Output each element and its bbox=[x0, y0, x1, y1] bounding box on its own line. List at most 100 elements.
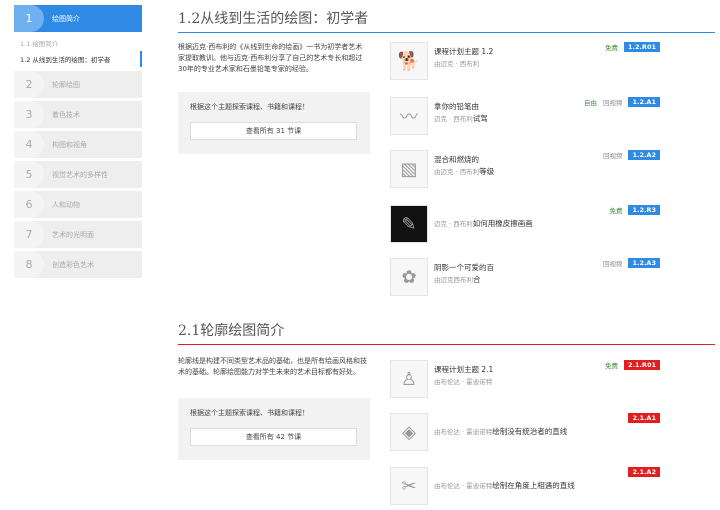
item-number: 6 bbox=[14, 191, 44, 218]
lesson-thumbnail[interactable]: 〰 bbox=[390, 97, 428, 135]
lesson-code-badge: 1.2.A2 bbox=[628, 150, 660, 160]
lesson-badges: 自由 回视频 1.2.A1 bbox=[584, 97, 660, 107]
item-number: 7 bbox=[14, 221, 44, 248]
lesson-item[interactable]: ♙ 课程计划主题 2.1 由布伦达 · 霍迪诺特 免费 2.1.R01 bbox=[390, 360, 660, 400]
lesson-author: 由布伦达 · 霍迪诺特 bbox=[434, 376, 492, 386]
lesson-author: 迈克 · 西布利如何用橡皮擦画画 bbox=[434, 218, 533, 229]
lesson-thumbnail[interactable]: ✿ bbox=[390, 258, 428, 296]
section-title: 2.1轮廓绘图简介 bbox=[178, 320, 715, 345]
lesson-subtitle[interactable]: 如何用橡皮擦画画 bbox=[473, 219, 533, 228]
explore-text: 根据这个主题探索课程、书籍和课程！ bbox=[190, 409, 309, 417]
item-label: 人和动物 bbox=[52, 200, 80, 209]
lesson-author: 由布伦达 · 霍迪诺特绘制在角度上相遇的直线 bbox=[434, 480, 575, 491]
lesson-item[interactable]: 〰 拿你的铅笔由 迈克 · 西布利试驾 自由 回视频 1.2.A1 bbox=[390, 97, 660, 137]
lesson-code-badge: 2.1.A1 bbox=[628, 413, 660, 423]
sidebar-item-3[interactable]: 3 着色技术 bbox=[14, 101, 142, 128]
view-all-lessons-button[interactable]: 查看所有 42 节课 bbox=[190, 428, 357, 446]
item-number: 8 bbox=[14, 251, 44, 278]
lesson-author: 迈克 · 西布利试驾 bbox=[434, 113, 488, 124]
sidebar-item-1[interactable]: 1 绘图简介 bbox=[14, 5, 142, 32]
free-badge: 免费 bbox=[604, 362, 618, 370]
lesson-author: 由迈克 · 西布利等级 bbox=[434, 166, 494, 177]
item-number: 2 bbox=[14, 71, 44, 98]
lesson-subtitle[interactable]: 等级 bbox=[479, 167, 494, 176]
lesson-item[interactable]: ◈ 由布伦达 · 霍迪诺特绘制没有统治者的直线 2.1.A1 bbox=[390, 413, 660, 453]
sidebar-item-5[interactable]: 5 视觉艺术的多样性 bbox=[14, 161, 142, 188]
lesson-item[interactable]: ▧ 混合和燃烧的 由迈克 · 西布利等级 回视频 1.2.A2 bbox=[390, 150, 660, 190]
lesson-thumbnail[interactable]: ◈ bbox=[390, 413, 428, 451]
lesson-code-badge: 1.2.A3 bbox=[628, 258, 660, 268]
item-label: 绘图简介 bbox=[52, 14, 80, 23]
lesson-author: 由布伦达 · 霍迪诺特绘制没有统治者的直线 bbox=[434, 426, 567, 437]
lesson-code-badge: 1.2.R01 bbox=[623, 42, 660, 52]
lesson-badges: 免费 2.1.R01 bbox=[605, 360, 660, 370]
lesson-title[interactable]: 课程计划主题 2.1 bbox=[434, 364, 584, 375]
item-label: 轮廓绘图 bbox=[52, 80, 80, 89]
lesson-subtitle[interactable]: 试驾 bbox=[473, 114, 488, 123]
author-name: 迈克 · 西布利 bbox=[434, 115, 473, 123]
lesson-thumbnail[interactable]: ▧ bbox=[390, 150, 428, 188]
free-badge: 免费 bbox=[604, 44, 618, 52]
item-label: 艺术的光明面 bbox=[52, 230, 94, 239]
lesson-item[interactable]: ✎ 迈克 · 西布利如何用橡皮擦画画 免费 1.2.R3 bbox=[390, 205, 660, 245]
item-number: 1 bbox=[14, 5, 44, 32]
item-label: 视觉艺术的多样性 bbox=[52, 170, 108, 179]
video-badge: 回视频 bbox=[602, 260, 623, 268]
item-number: 5 bbox=[14, 161, 44, 188]
lesson-title[interactable]: 拿你的铅笔由 bbox=[434, 101, 584, 112]
sidebar-item-6[interactable]: 6 人和动物 bbox=[14, 191, 142, 218]
lesson-badges: 免费 1.2.R3 bbox=[609, 205, 660, 215]
sidebar-item-4[interactable]: 4 构图和视角 bbox=[14, 131, 142, 158]
lesson-title[interactable]: 阴影一个可爱的百 bbox=[434, 262, 584, 273]
sidebar-item-7[interactable]: 7 艺术的光明面 bbox=[14, 221, 142, 248]
item-number: 3 bbox=[14, 101, 44, 128]
author-name: 由布伦达 · 霍迪诺特 bbox=[434, 482, 493, 490]
lesson-badges: 2.1.A1 bbox=[628, 413, 660, 423]
explore-box: 根据这个主题探索课程、书籍和课程！ 查看所有 42 节课 bbox=[178, 398, 370, 460]
lesson-item[interactable]: 🐕 课程计划主题 1.2 由迈克 · 西布利 免费 1.2.R01 bbox=[390, 42, 660, 82]
lesson-code-badge: 2.1.A2 bbox=[628, 467, 660, 477]
lesson-subtitle[interactable]: 绘制在角度上相遇的直线 bbox=[492, 481, 575, 490]
author-name: 由迈克西布利 bbox=[434, 276, 473, 284]
lesson-item[interactable]: ✿ 阴影一个可爱的百 由迈克西布利合 回视频 1.2.A3 bbox=[390, 258, 660, 298]
lesson-badges: 回视频 1.2.A2 bbox=[603, 150, 660, 160]
lesson-thumbnail[interactable]: ✂ bbox=[390, 467, 428, 505]
lesson-author: 由迈克西布利合 bbox=[434, 274, 481, 285]
author-name: 由迈克 · 西布利 bbox=[434, 60, 480, 68]
video-badge: 回视频 bbox=[602, 99, 623, 107]
author-name: 由布伦达 · 霍迪诺特 bbox=[434, 428, 493, 436]
sidebar-item-2[interactable]: 2 轮廓绘图 bbox=[14, 71, 142, 98]
video-badge: 回视频 bbox=[602, 152, 623, 160]
sidebar-subitem-1-2[interactable]: 1.2 从线到生活的绘图：初学者 bbox=[14, 51, 142, 67]
sidebar-item-8[interactable]: 8 创造彩色艺术 bbox=[14, 251, 142, 278]
section-title: 1.2从线到生活的绘图：初学者 bbox=[178, 8, 715, 33]
lesson-title[interactable]: 课程计划主题 1.2 bbox=[434, 46, 584, 57]
author-name: 迈克 · 西布利 bbox=[434, 220, 473, 228]
item-number: 4 bbox=[14, 131, 44, 158]
item-label: 创造彩色艺术 bbox=[52, 260, 94, 269]
lesson-thumbnail[interactable]: 🐕 bbox=[390, 42, 428, 80]
author-name: 由迈克 · 西布利 bbox=[434, 168, 480, 176]
lesson-item[interactable]: ✂ 由布伦达 · 霍迪诺特绘制在角度上相遇的直线 2.1.A2 bbox=[390, 467, 660, 507]
author-name: 由布伦达 · 霍迪诺特 bbox=[434, 378, 493, 386]
lesson-badges: 免费 1.2.R01 bbox=[605, 42, 660, 52]
lesson-thumbnail[interactable]: ♙ bbox=[390, 360, 428, 398]
lesson-title[interactable]: 混合和燃烧的 bbox=[434, 154, 584, 165]
sidebar-subitem-1-1[interactable]: 1.1 绘图简介 bbox=[14, 35, 142, 51]
lesson-thumbnail[interactable]: ✎ bbox=[390, 205, 428, 243]
lesson-badges: 回视频 1.2.A3 bbox=[603, 258, 660, 268]
free-badge: 免费 bbox=[609, 207, 623, 215]
section-description: 轮廓线是构建不同类型艺术品的基础，也是所有绘画风格和技术的基础。轮廓绘图能力对学… bbox=[178, 357, 367, 376]
item-label: 着色技术 bbox=[52, 110, 80, 119]
lesson-subtitle[interactable]: 合 bbox=[473, 275, 481, 284]
view-all-lessons-button[interactable]: 查看所有 31 节课 bbox=[190, 122, 357, 140]
lesson-badges: 2.1.A2 bbox=[628, 467, 660, 477]
lesson-author: 由迈克 · 西布利 bbox=[434, 58, 479, 68]
item-label: 构图和视角 bbox=[52, 140, 87, 149]
lesson-code-badge: 2.1.R01 bbox=[623, 360, 660, 370]
lesson-subtitle[interactable]: 绘制没有统治者的直线 bbox=[492, 427, 567, 436]
free-badge: 自由 bbox=[583, 99, 597, 107]
lesson-code-badge: 1.2.A1 bbox=[628, 97, 660, 107]
section-description: 根据迈克·西布利的《从线到生命的绘画》一书为初学者艺术家提取教训。他与迈克·西布… bbox=[178, 43, 363, 73]
lesson-code-badge: 1.2.R3 bbox=[628, 205, 660, 215]
